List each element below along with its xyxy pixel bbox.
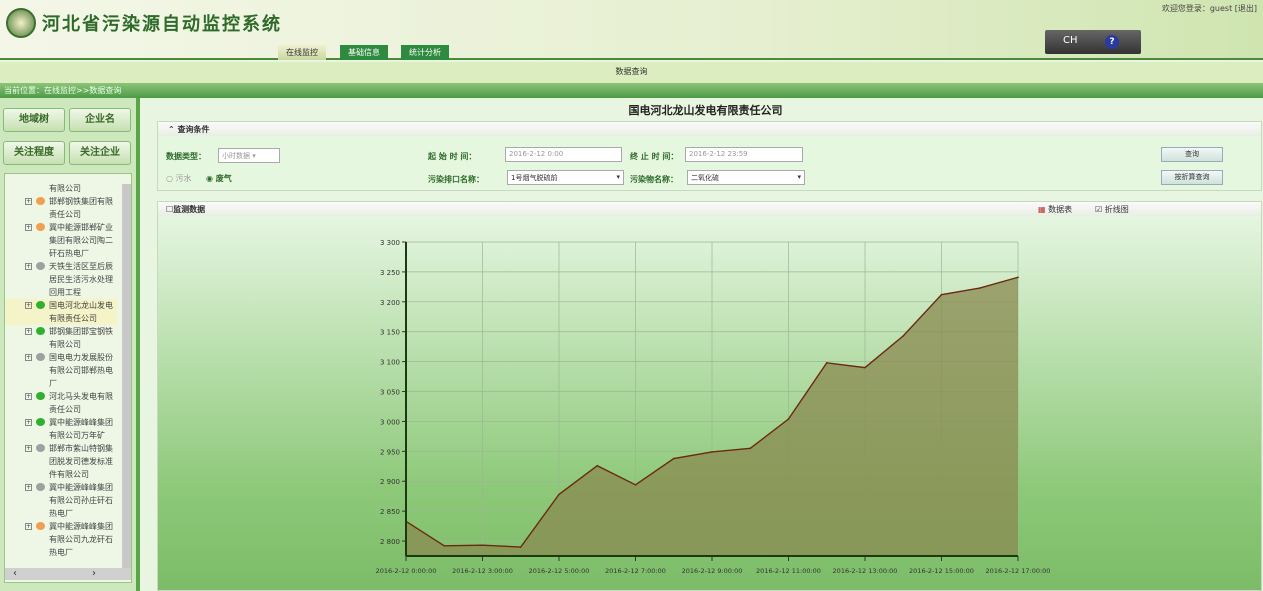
y-tick-label: 2 900	[380, 478, 400, 486]
x-tick-label: 2016-2-12 0:00:00	[376, 567, 437, 575]
y-tick-label: 3 300	[380, 239, 400, 247]
data-point	[672, 457, 675, 460]
data-point	[634, 484, 637, 486]
data-point	[749, 447, 752, 450]
data-point	[940, 293, 943, 296]
data-point	[596, 464, 599, 467]
x-tick-label: 2016-2-12 9:00:00	[682, 567, 743, 575]
x-tick-label: 2016-2-12 17:00:00	[986, 567, 1051, 575]
data-point	[978, 287, 981, 289]
y-tick-label: 3 000	[380, 418, 400, 426]
data-point	[864, 366, 866, 369]
data-point	[558, 493, 560, 496]
x-tick-label: 2016-2-12 13:00:00	[833, 567, 898, 575]
y-tick-label: 3 150	[380, 329, 400, 337]
x-tick-label: 2016-2-12 3:00:00	[452, 567, 513, 575]
x-tick-label: 2016-2-12 5:00:00	[529, 567, 590, 575]
y-tick-label: 3 100	[380, 359, 400, 367]
line-chart: 3 300 3 250 3 200 3 150 3 100 3 050 3 000 2 950…	[376, 239, 1051, 575]
y-tick-label: 3 200	[380, 299, 400, 307]
data-point	[481, 544, 484, 547]
data-point	[711, 451, 713, 453]
y-tick-label: 3 050	[380, 389, 400, 397]
y-tick-label: 2 850	[380, 508, 400, 516]
data-point	[443, 545, 446, 547]
data-point	[1017, 276, 1019, 279]
data-point	[902, 335, 905, 337]
data-point	[519, 546, 522, 548]
x-tick-label: 2016-2-12 15:00:00	[909, 567, 974, 575]
data-point	[787, 418, 790, 420]
y-tick-label: 3 250	[380, 269, 400, 277]
x-tick-label: 2016-2-12 11:00:00	[756, 567, 821, 575]
y-tick-label: 2 800	[380, 538, 400, 546]
y-tick-label: 2 950	[380, 448, 400, 456]
data-point	[825, 362, 828, 364]
x-tick-label: 2016-2-12 7:00:00	[605, 567, 666, 575]
